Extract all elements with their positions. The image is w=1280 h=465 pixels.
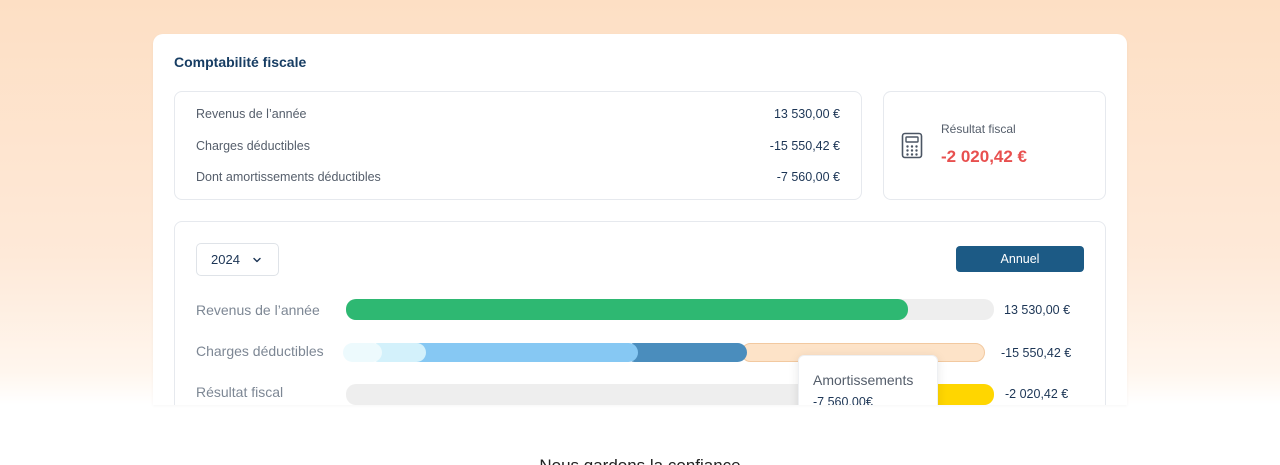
bar-segment-charges-4 xyxy=(343,343,382,362)
bar-label-revenus: Revenus de l’année xyxy=(196,302,320,318)
bar-value-revenus: 13 530,00 € xyxy=(1004,303,1071,317)
summary-row-charges: Charges déductibles -15 550,42 € xyxy=(196,136,840,156)
summary-row-revenus: Revenus de l’année 13 530,00 € xyxy=(196,104,840,124)
summary-panel: Revenus de l’année 13 530,00 € Charges d… xyxy=(174,91,862,200)
summary-label: Revenus de l’année xyxy=(196,107,307,121)
chart-panel: 2024 Annuel Revenus de l’année 13 530,00… xyxy=(174,221,1106,405)
bar-label-charges: Charges déductibles xyxy=(196,343,324,359)
bar-value-charges: -15 550,42 € xyxy=(1001,346,1072,360)
year-dropdown[interactable]: 2024 xyxy=(196,243,279,276)
summary-label: Dont amortissements déductibles xyxy=(196,170,381,184)
bar-track-revenus xyxy=(346,299,994,320)
tooltip-title: Amortissements xyxy=(813,372,914,388)
result-label: Résultat fiscal xyxy=(941,122,1016,136)
calculator-icon xyxy=(901,132,923,159)
amortissements-tooltip: Amortissements -7 560,00€ xyxy=(798,355,938,405)
bar-fill-revenus xyxy=(346,299,908,320)
footer-heading: Nous gardons la confiance xyxy=(0,456,1280,465)
summary-value: -15 550,42 € xyxy=(769,139,840,153)
summary-value: -7 560,00 € xyxy=(776,170,840,184)
tooltip-value: -7 560,00€ xyxy=(813,395,873,405)
summary-row-amortissements: Dont amortissements déductibles -7 560,0… xyxy=(196,167,840,187)
fiscal-accounting-card: Comptabilité fiscale Revenus de l’année … xyxy=(153,34,1127,405)
card-title: Comptabilité fiscale xyxy=(174,54,307,70)
bar-segment-charges-2 xyxy=(407,343,639,362)
year-dropdown-value: 2024 xyxy=(211,252,240,267)
result-value: -2 020,42 € xyxy=(941,147,1028,166)
bar-label-resultat: Résultat fiscal xyxy=(196,384,284,400)
chevron-down-icon xyxy=(253,257,261,263)
summary-value: 13 530,00 € xyxy=(773,107,840,121)
period-annual-button[interactable]: Annuel xyxy=(956,246,1084,272)
bar-segment-charges-1 xyxy=(625,343,748,362)
summary-label: Charges déductibles xyxy=(196,139,310,153)
bar-value-resultat: -2 020,42 € xyxy=(1005,387,1069,401)
result-panel: Résultat fiscal -2 020,42 € xyxy=(883,91,1106,200)
